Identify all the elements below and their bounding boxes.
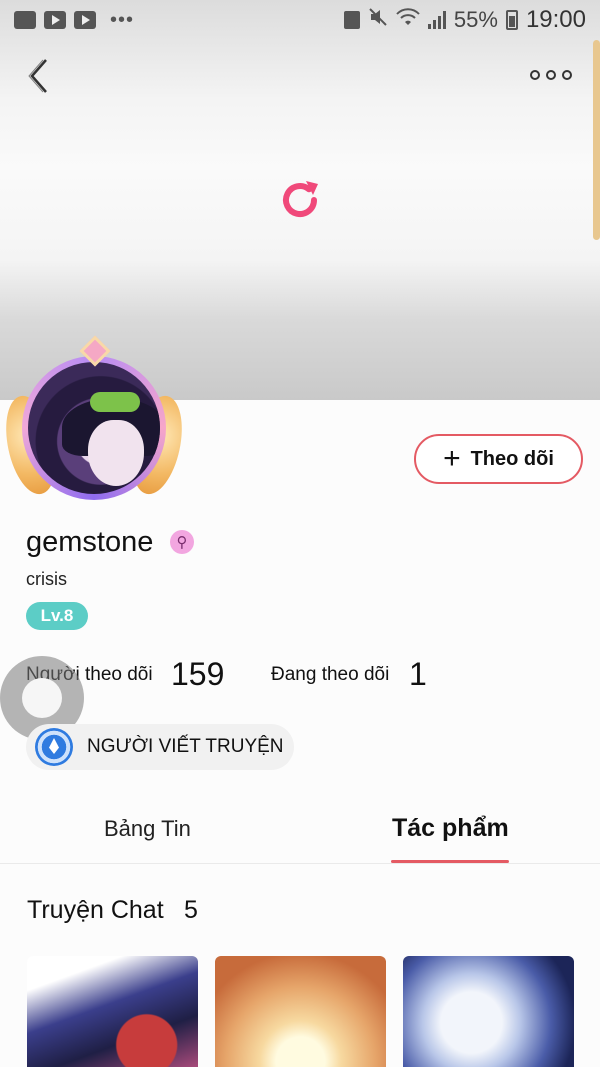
- profile-tabs: Bảng Tin Tác phẩm: [0, 800, 600, 864]
- signal-icon: [427, 11, 446, 29]
- more-options-button[interactable]: [530, 62, 576, 88]
- scrollbar[interactable]: [593, 40, 600, 240]
- follow-button[interactable]: + Theo dõi: [414, 434, 583, 484]
- more-dots-icon: [530, 70, 540, 80]
- battery-icon: [505, 10, 518, 30]
- refresh-button[interactable]: [276, 176, 324, 224]
- story-card-2[interactable]: [215, 956, 386, 1067]
- chevron-left-icon: [28, 59, 47, 93]
- section-title: Truyện Chat: [27, 896, 164, 924]
- writer-badge[interactable]: NGƯỜI VIẾT TRUYỆN: [26, 724, 294, 770]
- followers-count[interactable]: 159: [171, 656, 224, 693]
- follow-button-label: Theo dõi: [470, 447, 554, 470]
- section-count: 5: [184, 896, 198, 924]
- following-label[interactable]: Đang theo dõi: [271, 664, 389, 686]
- username: gemstone: [26, 526, 154, 558]
- tab-news-feed[interactable]: Bảng Tin: [104, 816, 191, 842]
- tab-works[interactable]: Tác phẩm: [392, 814, 509, 843]
- pen-nib-icon: [35, 728, 73, 766]
- avatar-image: [28, 362, 160, 494]
- clock: 19:00: [525, 6, 586, 33]
- writer-badge-label: NGƯỜI VIẾT TRUYỆN: [87, 736, 284, 757]
- plus-icon: +: [443, 442, 461, 475]
- gender-female-icon: ⚲: [170, 530, 194, 554]
- bio: crisis: [26, 569, 67, 589]
- active-tab-indicator: [391, 860, 509, 863]
- battery-saver-icon: [343, 11, 360, 29]
- image-icon: [14, 11, 36, 29]
- story-card-3[interactable]: [403, 956, 574, 1067]
- mute-icon: [368, 7, 388, 33]
- youtube-icon: [44, 11, 66, 29]
- story-card-1[interactable]: [27, 956, 198, 1067]
- avatar[interactable]: [0, 335, 190, 505]
- more-notifications-icon: •••: [110, 8, 135, 31]
- refresh-icon: [283, 181, 318, 217]
- level-badge: Lv.8: [26, 602, 88, 630]
- avatar-frame: [22, 356, 166, 500]
- youtube-icon: [74, 11, 96, 29]
- status-bar: ••• 55% 19:00: [0, 0, 600, 40]
- wifi-icon: [396, 7, 420, 33]
- back-button[interactable]: [22, 56, 58, 96]
- battery-percent: 55%: [453, 7, 498, 32]
- following-count[interactable]: 1: [409, 656, 427, 693]
